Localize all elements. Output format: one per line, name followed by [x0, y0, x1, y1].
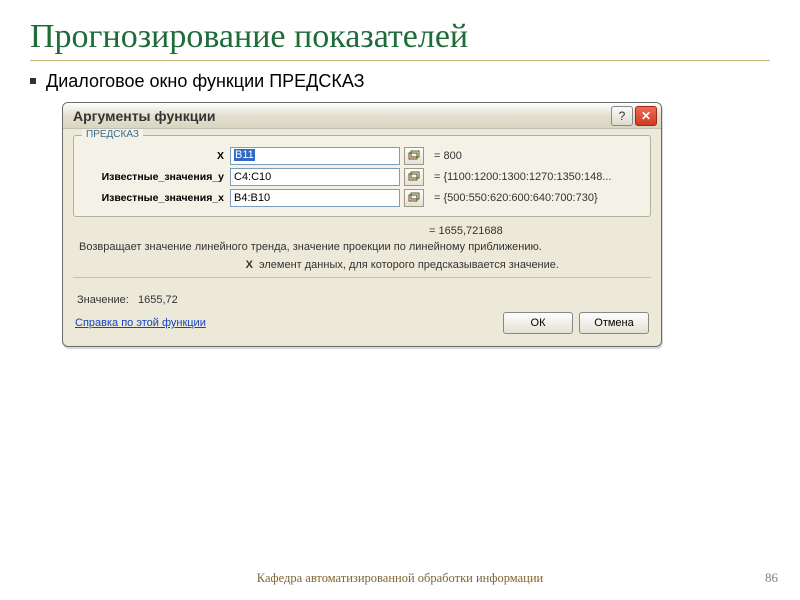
range-picker-icon[interactable] [404, 189, 424, 207]
dialog-footer: Значение: 1655,72 [73, 277, 651, 312]
argument-row: X B11 = 800 [82, 147, 642, 165]
argument-label: Известные_значения_x [82, 192, 230, 204]
slide-bullet: Диалоговое окно функции ПРЕДСКАЗ [0, 69, 800, 102]
argument-row: Известные_значения_y = {1100:1200:1300:1… [82, 168, 642, 186]
slide-title: Прогнозирование показателей [0, 0, 800, 60]
argument-known-y-input[interactable] [230, 168, 400, 186]
slide-page-number: 86 [765, 570, 778, 586]
ok-button[interactable]: ОК [503, 312, 573, 334]
argument-result: = 800 [434, 150, 462, 162]
value-row: Значение: 1655,72 [77, 286, 178, 308]
argument-result: = {500:550:620:600:640:700:730} [434, 192, 598, 204]
help-link[interactable]: Справка по этой функции [75, 317, 206, 329]
title-underline [30, 60, 770, 61]
help-button[interactable]: ? [611, 106, 633, 126]
cancel-button[interactable]: Отмена [579, 312, 649, 334]
argument-label: Известные_значения_y [82, 171, 230, 183]
function-arguments-dialog: Аргументы функции ? ✕ ПРЕДСКАЗ X B11 = 8… [62, 102, 662, 347]
argument-x-input[interactable]: B11 [230, 147, 400, 165]
slide-footer: Кафедра автоматизированной обработки инф… [0, 571, 800, 586]
argument-input-text: B11 [234, 149, 255, 161]
value-number: 1655,72 [138, 294, 178, 306]
dialog-body: ПРЕДСКАЗ X B11 = 800 Известные_значения_… [63, 129, 661, 346]
function-name: ПРЕДСКАЗ [82, 129, 143, 140]
arguments-fieldset: ПРЕДСКАЗ X B11 = 800 Известные_значения_… [73, 135, 651, 217]
description-block: = 1655,721688 Возвращает значение линейн… [73, 221, 651, 273]
argument-label: X [82, 150, 230, 162]
dialog-title: Аргументы функции [73, 108, 609, 124]
argument-row: Известные_значения_x = {500:550:620:600:… [82, 189, 642, 207]
argument-result: = {1100:1200:1300:1270:1350:148... [434, 171, 612, 183]
current-arg-text: элемент данных, для которого предсказыва… [259, 259, 645, 271]
range-picker-icon[interactable] [404, 168, 424, 186]
current-arg-label: X [79, 259, 259, 271]
dialog-titlebar[interactable]: Аргументы функции ? ✕ [63, 103, 661, 129]
function-description: Возвращает значение линейного тренда, зн… [79, 241, 645, 253]
value-label: Значение: [77, 294, 129, 306]
current-argument-description: X элемент данных, для которого предсказы… [79, 259, 645, 271]
close-button[interactable]: ✕ [635, 106, 657, 126]
overall-result: = 1655,721688 [79, 225, 645, 237]
range-picker-icon[interactable] [404, 147, 424, 165]
argument-known-x-input[interactable] [230, 189, 400, 207]
